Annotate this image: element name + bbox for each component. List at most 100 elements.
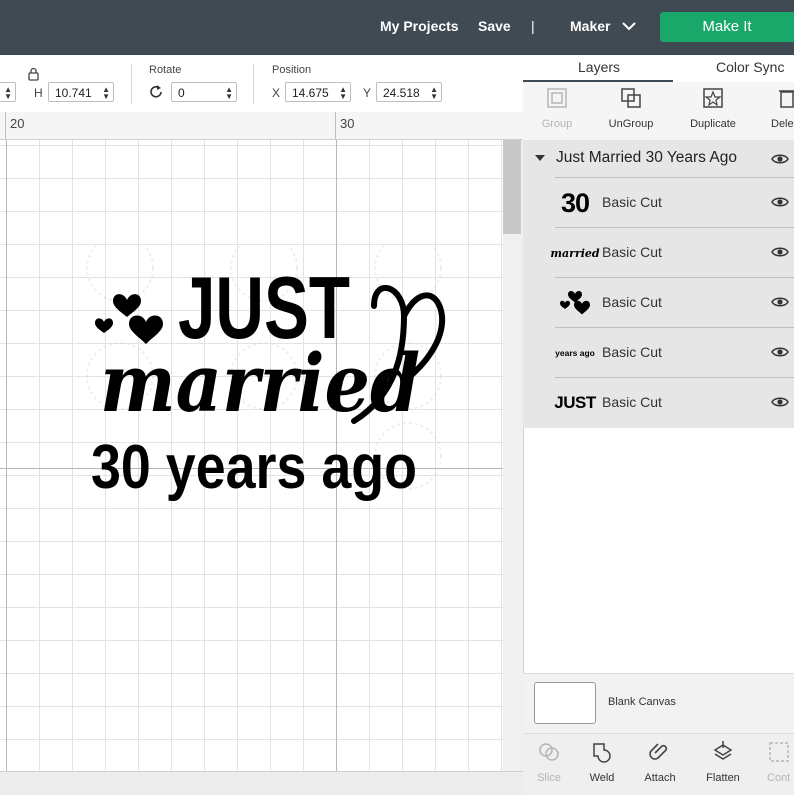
layer-thumb-text: married	[550, 246, 600, 260]
eye-icon[interactable]	[771, 346, 789, 358]
vertical-scrollbar-thumb[interactable]	[503, 140, 521, 234]
x-value[interactable]: 14.675	[292, 86, 329, 100]
vertical-scrollbar[interactable]	[503, 140, 523, 771]
eye-icon[interactable]	[771, 196, 789, 208]
weld-icon	[593, 743, 611, 763]
stepper-icon[interactable]: ▲ ▼	[4, 86, 12, 101]
height-value[interactable]: 10.741	[55, 86, 92, 100]
blank-canvas-label: Blank Canvas	[608, 696, 676, 708]
flatten-icon	[713, 741, 733, 760]
layer-thumb-text: JUST	[554, 393, 596, 412]
layer-name: Basic Cut	[602, 194, 662, 210]
layer-thumbnail: JUST	[554, 386, 596, 420]
top-bar: My Projects Save | Maker Make It	[0, 0, 794, 55]
slice-button[interactable]: Slice	[529, 740, 569, 784]
width-field-partial[interactable]: ▲ ▼	[0, 82, 16, 102]
panel-tabs: Layers Color Sync	[523, 55, 794, 82]
attach-icon	[649, 743, 668, 760]
layer-row[interactable]: JUST Basic Cut	[554, 377, 794, 427]
stepper-icon[interactable]: ▲ ▼	[430, 86, 438, 101]
make-it-button[interactable]: Make It	[660, 12, 794, 42]
rotate-field[interactable]: 0 ▲ ▼	[171, 82, 237, 102]
y-label: Y	[363, 86, 372, 100]
group-label: Group	[541, 118, 573, 130]
married-text: married	[100, 336, 420, 430]
design-group[interactable]: JUST married 30 years ago	[74, 246, 454, 506]
save-button[interactable]: Save	[478, 18, 511, 34]
toolbar-divider	[131, 64, 132, 104]
horizontal-ruler: 20 30	[0, 112, 523, 140]
rotate-value[interactable]: 0	[178, 86, 185, 100]
eye-icon[interactable]	[771, 246, 789, 258]
layer-group-row[interactable]: Just Married 30 Years Ago	[523, 140, 794, 177]
x-label: X	[272, 86, 281, 100]
grid-major-line	[6, 140, 7, 771]
y-position-field[interactable]: 24.518 ▲ ▼	[376, 82, 442, 102]
position-label: Position	[272, 64, 312, 76]
attach-button[interactable]: Attach	[640, 740, 680, 784]
toolbar-divider	[253, 64, 254, 104]
contour-button[interactable]: Cont	[767, 740, 794, 784]
ungroup-icon	[621, 88, 641, 108]
contour-icon	[769, 742, 789, 762]
tab-color-sync[interactable]: Color Sync	[716, 59, 784, 75]
layer-row[interactable]: married Basic Cut	[550, 227, 794, 277]
caret-down-icon[interactable]	[535, 155, 545, 161]
delete-button[interactable]: Dele	[771, 86, 794, 130]
bottom-actions: Slice Weld Attach Flatten Cont	[523, 733, 794, 795]
flatten-button[interactable]: Flatten	[703, 740, 743, 784]
stepper-icon[interactable]: ▲ ▼	[339, 86, 347, 101]
y-value[interactable]: 24.518	[383, 86, 420, 100]
ungroup-button[interactable]: UnGroup	[606, 86, 656, 130]
rotate-icon	[150, 85, 162, 98]
weld-button[interactable]: Weld	[582, 740, 622, 784]
ruler-tick	[335, 112, 336, 139]
rotate-label: Rotate	[149, 64, 182, 76]
height-field[interactable]: 10.741 ▲ ▼	[48, 82, 114, 102]
layer-name: Basic Cut	[602, 244, 662, 260]
stepper-icon[interactable]: ▲ ▼	[225, 86, 233, 101]
ungroup-label: UnGroup	[608, 118, 654, 130]
layer-row[interactable]: 30 Basic Cut	[555, 177, 794, 227]
hearts-icon	[560, 291, 590, 315]
topbar-separator: |	[531, 18, 535, 34]
blank-canvas-row[interactable]: Blank Canvas	[523, 673, 794, 734]
layer-thumb-text: years ago	[555, 348, 595, 358]
my-projects-link[interactable]: My Projects	[380, 18, 459, 34]
contour-label: Cont	[767, 772, 791, 784]
layer-name: Basic Cut	[602, 394, 662, 410]
eye-icon[interactable]	[771, 296, 789, 308]
layers-list: Just Married 30 Years Ago 30 Basic Cut m…	[523, 140, 794, 428]
duplicate-label: Duplicate	[690, 118, 736, 130]
duplicate-button[interactable]: Duplicate	[687, 86, 739, 130]
ruler-tick	[5, 112, 6, 139]
group-name: Just Married 30 Years Ago	[556, 149, 737, 166]
layer-name: Basic Cut	[602, 294, 662, 310]
layer-name: Basic Cut	[602, 344, 662, 360]
layer-row[interactable]: years ago Basic Cut	[555, 327, 794, 377]
weld-label: Weld	[589, 772, 615, 784]
duplicate-icon	[703, 88, 723, 108]
ruler-label: 30	[340, 116, 355, 131]
attach-label: Attach	[644, 772, 676, 784]
layer-thumb-text: 30	[560, 187, 590, 218]
ruler-label: 20	[10, 116, 25, 131]
height-label: H	[34, 86, 43, 100]
flatten-label: Flatten	[706, 772, 740, 784]
group-button[interactable]: Group	[537, 86, 577, 130]
layer-row[interactable]: Basic Cut	[555, 277, 794, 327]
years-ago-text: 30 years ago	[91, 433, 417, 502]
stepper-icon[interactable]: ▲ ▼	[102, 86, 110, 101]
layer-actions: Group UnGroup Duplicate Dele	[523, 82, 794, 141]
layer-thumbnail: 30	[555, 186, 595, 220]
x-position-field[interactable]: 14.675 ▲ ▼	[285, 82, 351, 102]
horizontal-scrollbar[interactable]	[0, 771, 523, 795]
tab-layers[interactable]: Layers	[578, 59, 620, 75]
chevron-down-icon[interactable]	[622, 22, 636, 31]
lock-icon[interactable]	[27, 67, 40, 81]
machine-selector[interactable]: Maker	[570, 18, 610, 34]
blank-canvas-swatch[interactable]	[534, 682, 596, 724]
eye-icon[interactable]	[771, 396, 789, 408]
slice-label: Slice	[537, 772, 561, 784]
eye-icon[interactable]	[771, 153, 789, 165]
